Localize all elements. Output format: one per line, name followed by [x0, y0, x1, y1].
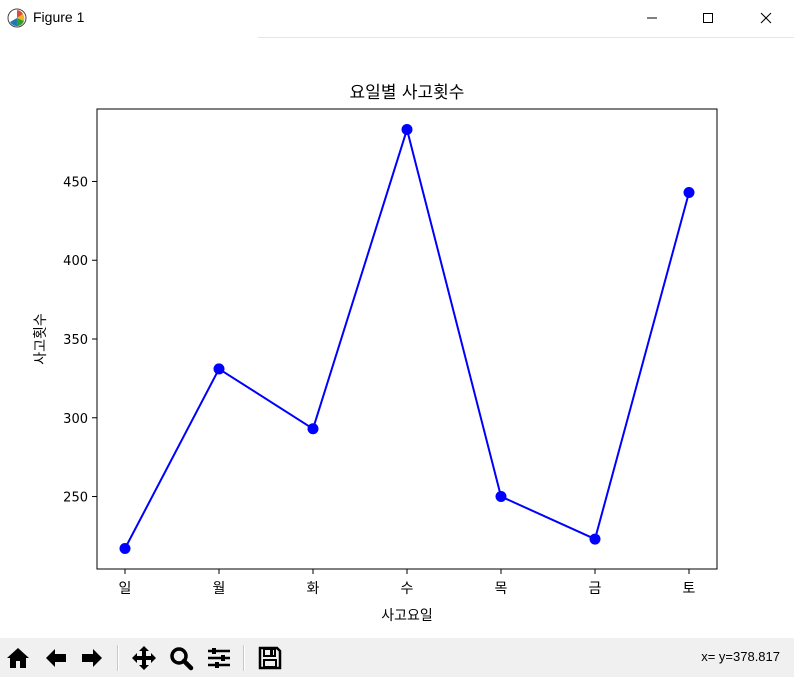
- x-tick-label: 금: [589, 581, 602, 597]
- zoom-icon: [170, 647, 194, 671]
- save-icon: [258, 646, 282, 670]
- data-point: [307, 423, 319, 435]
- window-title: Figure 1: [33, 9, 85, 25]
- y-tick-label: 400: [63, 254, 88, 269]
- toolbar-separator: [243, 645, 245, 671]
- maximize-button[interactable]: [685, 0, 731, 36]
- toolbar-separator: [117, 645, 119, 671]
- zoom-button[interactable]: [166, 643, 196, 673]
- y-tick-label: 350: [63, 333, 88, 348]
- y-axis-label: 사고횟수: [33, 313, 49, 365]
- data-point: [119, 543, 131, 555]
- axes-frame: [96, 108, 718, 570]
- y-tick-label: 450: [63, 175, 88, 190]
- back-arrow-icon: [46, 649, 66, 667]
- data-point: [589, 533, 601, 545]
- close-icon: [760, 12, 772, 24]
- forward-button[interactable]: [77, 643, 107, 673]
- home-button[interactable]: [3, 643, 33, 673]
- data-point: [495, 491, 507, 503]
- close-button[interactable]: [743, 0, 789, 36]
- pan-button[interactable]: [129, 643, 159, 673]
- forward-arrow-icon: [82, 649, 102, 667]
- configure-subplots-icon: [208, 648, 230, 668]
- line-chart[interactable]: 요일별 사고횟수 사고요일 사고횟수 250 300 350 400 450 일 월 화 수 목 금…: [0, 38, 794, 638]
- configure-subplots-button[interactable]: [204, 643, 234, 673]
- figure-canvas[interactable]: 요일별 사고횟수 사고요일 사고횟수 250 300 350 400 450 일 월 화 수 목 금…: [0, 38, 794, 638]
- save-button[interactable]: [255, 643, 285, 673]
- matplotlib-logo-icon: [7, 8, 27, 28]
- x-tick-label: 일: [119, 581, 132, 597]
- x-tick-label: 화: [307, 581, 320, 597]
- window-titlebar: Figure 1: [0, 0, 794, 37]
- x-axis-label: 사고요일: [381, 608, 433, 624]
- back-button[interactable]: [41, 643, 71, 673]
- x-tick-label: 목: [495, 581, 508, 597]
- chart-title: 요일별 사고횟수: [350, 83, 465, 103]
- pan-icon: [132, 646, 156, 670]
- x-tick-label: 수: [401, 581, 414, 597]
- y-tick-label: 250: [63, 491, 88, 506]
- maximize-icon: [703, 13, 713, 23]
- home-icon: [7, 648, 29, 668]
- data-point: [401, 123, 413, 135]
- y-tick-label: 300: [63, 412, 88, 427]
- navigation-toolbar: x= y=378.817: [0, 638, 794, 677]
- minimize-icon: [647, 17, 657, 19]
- minimize-button[interactable]: [629, 0, 675, 36]
- data-point: [213, 363, 225, 375]
- data-point: [683, 186, 695, 198]
- x-tick-label: 월: [213, 581, 226, 597]
- x-tick-label: 토: [683, 581, 696, 597]
- cursor-coordinates: x= y=378.817: [701, 649, 780, 664]
